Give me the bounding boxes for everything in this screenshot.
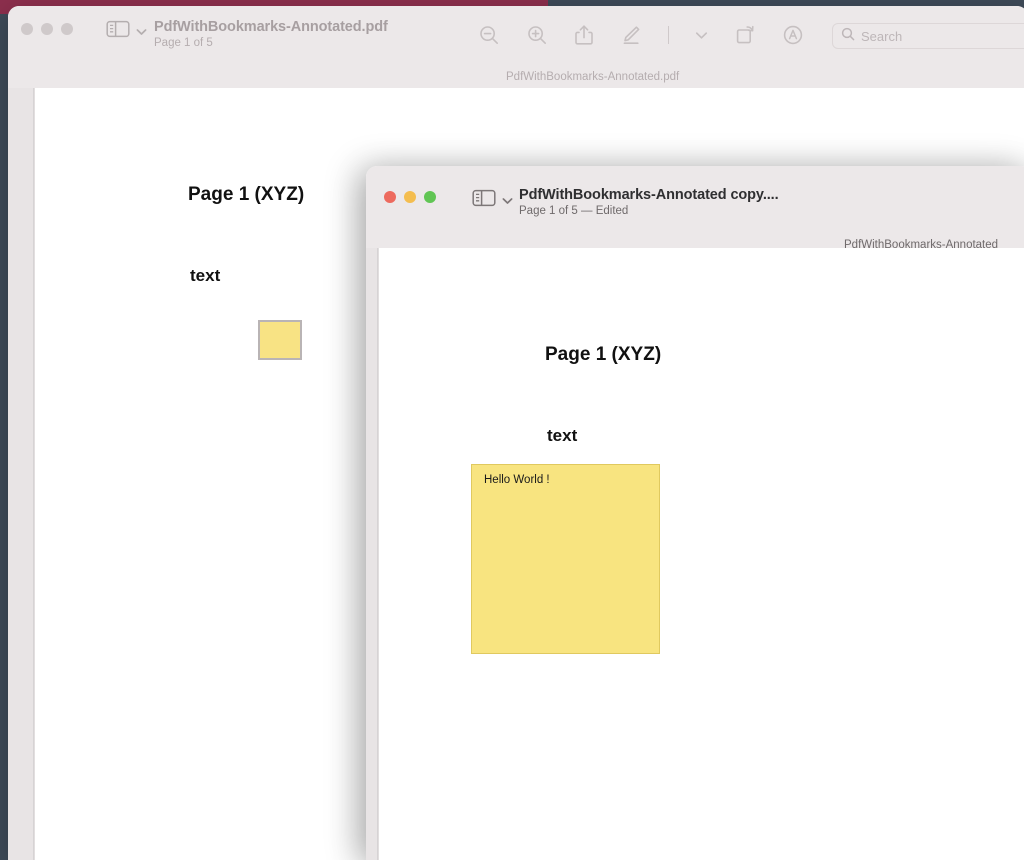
chevron-down-icon	[136, 23, 147, 41]
back-window-title: PdfWithBookmarks-Annotated.pdf	[154, 19, 388, 35]
rotate-button[interactable]	[734, 24, 756, 46]
sidebar-icon	[472, 189, 496, 212]
close-button[interactable]	[384, 191, 396, 203]
zoom-button[interactable]	[61, 23, 73, 35]
annotate-button[interactable]	[782, 24, 804, 46]
search-icon	[841, 27, 855, 46]
zoom-in-button[interactable]	[526, 24, 548, 46]
front-page-heading: Page 1 (XYZ)	[545, 344, 662, 365]
back-window-subtitle: Page 1 of 5	[154, 37, 213, 49]
back-window-traffic-lights[interactable]	[21, 23, 73, 35]
front-window-traffic-lights[interactable]	[384, 191, 436, 203]
back-search-placeholder: Search	[861, 28, 903, 44]
front-window-titlebar[interactable]: PdfWithBookmarks-Annotated copy.... Page…	[366, 166, 1024, 251]
front-open-note-annotation[interactable]: Hello World !	[471, 464, 660, 654]
zoom-button[interactable]	[424, 191, 436, 203]
back-collapsed-note-annotation[interactable]	[258, 320, 302, 360]
share-button[interactable]	[574, 24, 594, 46]
back-window-title-block[interactable]: PdfWithBookmarks-Annotated.pdf Page 1 of…	[154, 18, 388, 51]
minimize-button[interactable]	[404, 191, 416, 203]
markup-button[interactable]	[620, 24, 642, 46]
front-sidebar-toggle-button[interactable]	[472, 189, 513, 212]
front-document-page[interactable]: Page 1 (XYZ) text Hello World !	[379, 248, 1024, 860]
desktop: PdfWithBookmarks-Annotated.pdf Page 1 of…	[0, 0, 1024, 860]
front-window-subtitle: Page 1 of 5 — Edited	[519, 205, 629, 217]
chevron-down-icon	[502, 192, 513, 210]
zoom-out-button[interactable]	[478, 24, 500, 46]
back-page-heading: Page 1 (XYZ)	[188, 184, 305, 205]
front-window-title: PdfWithBookmarks-Annotated copy....	[519, 187, 779, 203]
back-sidebar-toggle-button[interactable]	[106, 20, 147, 43]
sidebar-icon	[106, 20, 130, 43]
markup-options-button[interactable]	[695, 31, 708, 40]
minimize-button[interactable]	[41, 23, 53, 35]
back-window-proxy-filename[interactable]: PdfWithBookmarks-Annotated.pdf	[506, 71, 679, 83]
back-document-gutter	[8, 88, 35, 860]
front-page-body-text: text	[547, 426, 578, 445]
back-window-toolbar[interactable]	[478, 24, 804, 46]
front-window-document-area[interactable]: Page 1 (XYZ) text Hello World !	[366, 248, 1024, 860]
open-note-text[interactable]: Hello World !	[484, 474, 550, 486]
toolbar-divider	[668, 26, 669, 44]
front-window-title-block[interactable]: PdfWithBookmarks-Annotated copy.... Page…	[519, 186, 779, 219]
close-button[interactable]	[21, 23, 33, 35]
back-page-body-text: text	[190, 266, 221, 285]
back-window-search-field[interactable]: Search	[832, 23, 1024, 49]
back-window-titlebar[interactable]: PdfWithBookmarks-Annotated.pdf Page 1 of…	[8, 6, 1024, 88]
front-document-gutter	[366, 248, 379, 860]
front-preview-window[interactable]: PdfWithBookmarks-Annotated copy.... Page…	[366, 166, 1024, 860]
